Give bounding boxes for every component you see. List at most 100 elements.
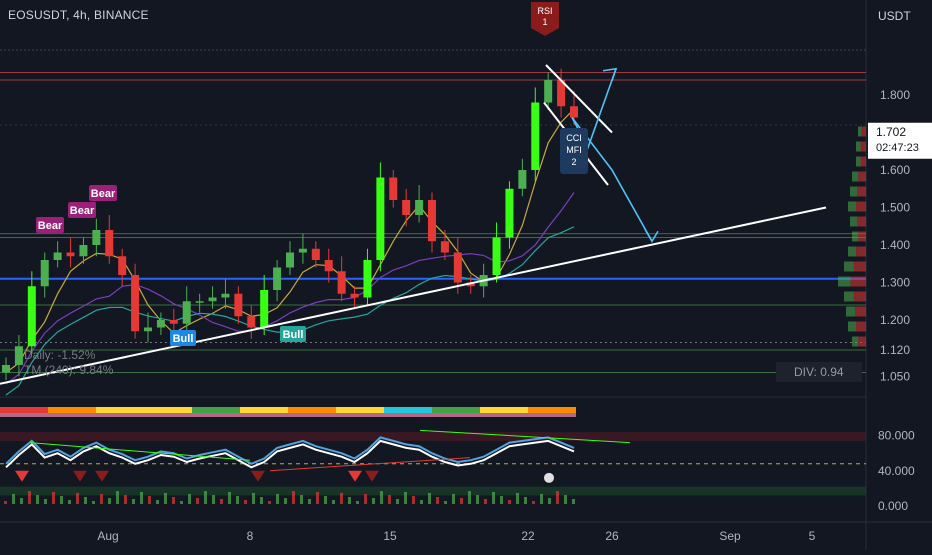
- osc-tick-label: 0.000: [878, 499, 908, 513]
- sell-signal-marker: [95, 470, 109, 482]
- volume-bar: [444, 501, 447, 504]
- trend-strip-segment: [0, 407, 48, 413]
- sell-signal-marker: [251, 470, 265, 482]
- volume-profile-bar-up: [852, 171, 859, 182]
- trend-strip-segment: [336, 407, 384, 413]
- time-tick-label: 15: [383, 529, 397, 543]
- volume-bar: [28, 491, 31, 504]
- candle-body: [144, 327, 152, 332]
- cci-marker-label: CCI: [566, 133, 582, 143]
- volume-profile-bar-up: [846, 306, 855, 317]
- trend-strip-lower: [0, 413, 576, 417]
- volume-bar: [492, 492, 495, 504]
- volume-bar: [116, 491, 119, 504]
- time-tick-label: 26: [605, 529, 619, 543]
- volume-bar: [532, 501, 535, 504]
- volume-profile-bar-up: [838, 276, 851, 287]
- candle-body: [298, 248, 307, 253]
- volume-bar: [164, 493, 167, 504]
- volume-profile-bar-up: [852, 336, 859, 347]
- price-tick-label: 1.400: [880, 238, 910, 252]
- volume-profile-bar-up: [852, 231, 859, 242]
- volume-bar: [332, 500, 335, 504]
- candle-body: [221, 293, 230, 298]
- osc-tick-label: 80.000: [878, 429, 915, 443]
- time-tick-label: 8: [247, 529, 254, 543]
- time-tick-label: Aug: [97, 529, 118, 543]
- candle-body: [350, 293, 359, 298]
- sell-signal-marker: [365, 470, 379, 482]
- volume-bar: [284, 498, 287, 504]
- trend-strip-segment: [48, 407, 96, 413]
- trend-strip-segment: [192, 407, 240, 413]
- candle-body: [131, 275, 140, 332]
- sell-signal-marker: [73, 470, 87, 482]
- candle-body: [118, 256, 127, 275]
- volume-profile-bar-down: [856, 201, 866, 212]
- volume-bar: [140, 492, 143, 504]
- volume-bar: [228, 492, 231, 504]
- volume-bar: [548, 498, 551, 504]
- volume-profile-bar-up: [848, 321, 857, 332]
- volume-bar: [524, 497, 527, 504]
- volume-bar: [540, 494, 543, 504]
- time-tick-label: 5: [809, 529, 816, 543]
- volume-profile-bar-down: [856, 246, 866, 257]
- div-label: DIV: 0.94: [776, 362, 862, 382]
- volume-bar: [68, 500, 71, 504]
- volume-bar: [4, 501, 7, 504]
- volume-bar: [436, 497, 439, 504]
- candle-body: [286, 252, 294, 268]
- sell-signal-marker: [348, 470, 362, 482]
- volume-bar: [572, 499, 575, 504]
- candle-body: [363, 260, 372, 298]
- bull-badge-text: Bull: [283, 329, 304, 341]
- volume-bar: [428, 493, 431, 504]
- candle-body: [440, 241, 449, 253]
- volume-profile-bar-down: [853, 291, 866, 302]
- volume-bar: [92, 501, 95, 504]
- current-price-label: 1.702: [876, 125, 906, 139]
- volume-profile-bar-up: [844, 291, 854, 302]
- arrowhead-up: [602, 67, 618, 82]
- volume-profile-bar-down: [857, 186, 866, 197]
- candle-body: [195, 301, 204, 303]
- bull-badge-text: Bull: [173, 333, 194, 345]
- arrowhead-down: [644, 228, 659, 243]
- volume-bar: [516, 493, 519, 504]
- volume-profile-bar-down: [850, 276, 866, 287]
- price-tick-label: 1.300: [880, 276, 910, 290]
- volume-bar: [404, 492, 407, 504]
- volume-bar: [484, 499, 487, 504]
- candle-body: [79, 245, 88, 257]
- volume-bar: [204, 491, 207, 504]
- volume-bar: [340, 493, 343, 504]
- candle-body: [324, 260, 333, 272]
- candle-body: [273, 267, 282, 290]
- time-tick-label: 22: [521, 529, 535, 543]
- volume-bar: [36, 495, 39, 504]
- volume-bar: [44, 499, 47, 504]
- volume-bar: [292, 491, 295, 504]
- price-tick-label: 1.500: [880, 201, 910, 215]
- price-chart[interactable]: USDT 1.050 1.120 1.200 1.300 1.400 1.500 1.600 1…: [0, 0, 932, 550]
- falling-channel-top: [545, 64, 613, 134]
- candle-body: [518, 170, 527, 189]
- candle-body: [337, 271, 346, 294]
- volume-bar: [220, 499, 223, 504]
- volume-profile-bar-down: [858, 231, 866, 242]
- candle-body: [105, 230, 114, 257]
- mfi-marker-label: MFI: [566, 145, 582, 155]
- volume-bar: [508, 500, 511, 504]
- volume-bar: [412, 496, 415, 504]
- volume-bar: [260, 497, 263, 504]
- volume-profile-bar-down: [861, 126, 866, 137]
- price-tick-label: 1.050: [880, 369, 910, 383]
- symbol-header: EOSUSDT, 4h, BINANCE: [8, 8, 149, 22]
- volume-bar: [308, 499, 311, 504]
- price-tick-label: 1.800: [880, 88, 910, 102]
- candle-body: [260, 290, 269, 328]
- volume-bar: [348, 497, 351, 504]
- volume-profile-bar-up: [848, 201, 857, 212]
- sell-signal-marker: [15, 470, 29, 482]
